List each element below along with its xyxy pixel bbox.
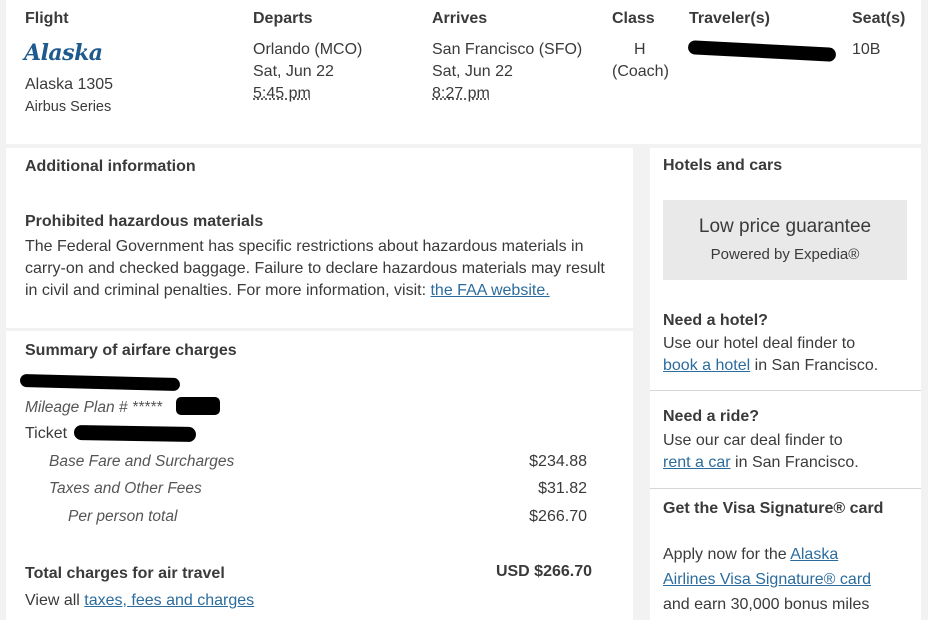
taxes-amount: $31.82 xyxy=(538,480,587,497)
ticket-label: Ticket xyxy=(25,425,68,442)
alaska-visa-link-part1[interactable]: Alaska xyxy=(790,546,838,563)
traveler-name-redaction xyxy=(687,40,837,62)
rent-car-link[interactable]: rent a car xyxy=(663,454,731,471)
book-hotel-line: book a hotel in San Francisco. xyxy=(663,357,878,375)
visa-apply-prefix: Apply now for the xyxy=(663,546,787,563)
view-all-prefix: View all xyxy=(25,592,80,609)
promo-title: Low price guarantee xyxy=(698,216,872,237)
visa-bonus-text: and earn 30,000 bonus miles xyxy=(663,596,870,613)
need-hotel-title: Need a hotel? xyxy=(663,312,768,329)
visa-card-title: Get the Visa Signature® card xyxy=(663,500,884,517)
hazmat-text-line-2: carry-on and checked baggage. Failure to… xyxy=(25,260,605,277)
flight-panel: Flight Departs Arrives Class Traveler(s)… xyxy=(6,0,921,144)
arrive-time: 8:27 pm xyxy=(432,85,490,102)
class-name: (Coach) xyxy=(612,63,669,80)
mileage-plan-redaction xyxy=(176,397,220,415)
hazmat-text-line-3: in civil and criminal penalties. For mor… xyxy=(25,282,550,300)
mileage-plan-number: Mileage Plan # ***** xyxy=(25,399,163,416)
seat-number: 10B xyxy=(852,41,881,58)
airfare-summary-panel: Summary of airfare charges Mileage Plan … xyxy=(6,331,633,620)
base-fare-label: Base Fare and Surcharges xyxy=(49,453,235,470)
col-header-departs: Departs xyxy=(253,10,313,27)
additional-info-panel: Additional information Prohibited hazard… xyxy=(6,148,633,328)
hazmat-text-line-1: The Federal Government has specific rest… xyxy=(25,238,584,255)
sidebar-divider xyxy=(650,488,921,489)
per-person-total-label: Per person total xyxy=(68,508,178,525)
taxes-fees-charges-link[interactable]: taxes, fees and charges xyxy=(84,592,254,609)
hazmat-title: Prohibited hazardous materials xyxy=(25,213,264,230)
class-code: H xyxy=(634,41,646,58)
book-hotel-link[interactable]: book a hotel xyxy=(663,357,750,374)
ticket-number-redaction xyxy=(73,424,197,443)
car-destination-text: in San Francisco. xyxy=(735,454,859,471)
base-fare-amount: $234.88 xyxy=(529,453,587,470)
passenger-name-redaction xyxy=(19,373,181,392)
low-price-guarantee-banner[interactable]: Low price guarantee Powered by Expedia® xyxy=(663,200,907,280)
col-header-seats: Seat(s) xyxy=(852,10,906,27)
depart-date: Sat, Jun 22 xyxy=(253,63,334,80)
need-ride-title: Need a ride? xyxy=(663,408,760,425)
summary-title: Summary of airfare charges xyxy=(25,342,237,359)
car-finder-text: Use our car deal finder to xyxy=(663,432,843,449)
col-header-class: Class xyxy=(612,10,655,27)
depart-time: 5:45 pm xyxy=(253,85,311,102)
col-header-flight: Flight xyxy=(25,10,69,27)
total-charges-amount: USD $266.70 xyxy=(495,563,592,580)
hotels-cars-sidebar: Hotels and cars Low price guarantee Powe… xyxy=(650,148,921,620)
col-header-travelers: Traveler(s) xyxy=(689,10,770,27)
hotel-destination-text: in San Francisco. xyxy=(754,357,879,374)
col-header-arrives: Arrives xyxy=(432,10,488,27)
rent-car-line: rent a car in San Francisco. xyxy=(663,454,859,472)
depart-city: Orlando (MCO) xyxy=(253,41,363,58)
arrive-city: San Francisco (SFO) xyxy=(432,41,583,58)
total-charges-label: Total charges for air travel xyxy=(25,565,225,582)
sidebar-divider xyxy=(650,390,921,391)
visa-apply-line: Apply now for the Alaska xyxy=(663,546,838,564)
flight-number: Alaska 1305 xyxy=(25,76,114,93)
promo-subtitle: Powered by Expedia® xyxy=(710,246,860,263)
hazmat-text-line-3-prefix: in civil and criminal penalties. For mor… xyxy=(25,282,427,299)
per-person-total-amount: $266.70 xyxy=(529,508,587,525)
hotels-cars-title: Hotels and cars xyxy=(663,157,783,174)
additional-info-title: Additional information xyxy=(25,158,196,175)
hotel-finder-text: Use our hotel deal finder to xyxy=(663,335,856,352)
taxes-label: Taxes and Other Fees xyxy=(49,480,202,497)
alaska-logo: Alaska xyxy=(24,40,103,66)
view-all-fees: View all taxes, fees and charges xyxy=(25,592,254,610)
alaska-visa-link-part2[interactable]: Airlines Visa Signature® card xyxy=(663,571,871,589)
aircraft-type: Airbus Series xyxy=(25,99,112,115)
arrive-date: Sat, Jun 22 xyxy=(432,63,513,80)
faa-website-link[interactable]: the FAA website. xyxy=(430,282,549,299)
